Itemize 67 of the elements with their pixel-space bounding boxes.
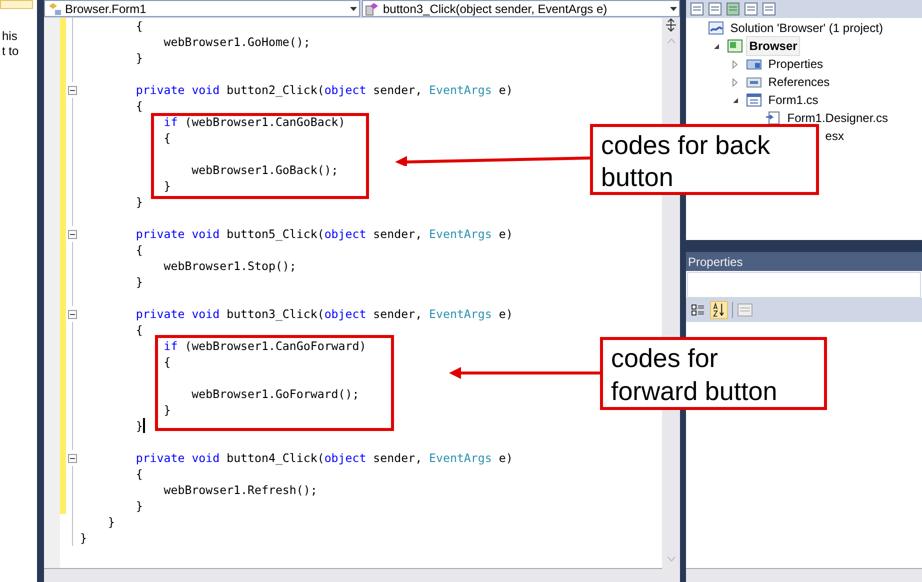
tree-item[interactable]: Solution 'Browser' (1 project): [727, 18, 886, 38]
code-line: {: [134, 18, 143, 34]
horizontal-scrollbar[interactable]: [44, 568, 662, 582]
code-line: }: [134, 274, 143, 290]
panel-title: Properties: [688, 254, 743, 270]
toolbar-icon[interactable]: [690, 2, 704, 16]
class-icon: [47, 2, 63, 16]
folder-icon: [746, 57, 762, 71]
code-line: private void button4_Click(object sender, EventArgs e): [134, 450, 513, 466]
code-line: {: [134, 242, 143, 258]
dropdown-arrow-icon: [350, 6, 357, 10]
form-icon: [746, 93, 762, 107]
code-line: }: [134, 50, 143, 66]
splitter-icon[interactable]: [665, 18, 677, 32]
tree-item[interactable]: Browser: [746, 36, 800, 56]
collapse-icon[interactable]: [68, 454, 77, 462]
code-line: {: [162, 354, 171, 370]
code-line: webBrowser1.GoHome();: [162, 34, 310, 50]
dropdown-arrow-icon: [670, 6, 677, 10]
tree-item[interactable]: Form1.cs: [765, 90, 822, 110]
project-icon: [727, 39, 744, 53]
categorized-icon[interactable]: [690, 302, 706, 318]
collapsed-arrow-icon[interactable]: [732, 60, 738, 68]
tree-item[interactable]: esx: [825, 127, 844, 145]
code-line: webBrowser1.GoForward();: [190, 386, 360, 402]
callout-label: codes for forward button: [600, 337, 827, 410]
expanded-arrow-icon[interactable]: [732, 96, 740, 104]
toolbar-icon[interactable]: [762, 2, 776, 16]
code-line: }: [80, 530, 87, 546]
member-dropdown[interactable]: button3_Click(object sender, EventArgs e): [362, 0, 680, 17]
code-line: {: [162, 130, 171, 146]
code-line: if (webBrowser1.CanGoForward): [162, 338, 366, 354]
code-line: if (webBrowser1.CanGoBack): [162, 114, 346, 130]
code-line: }: [106, 514, 115, 530]
alphabetical-sort-icon[interactable]: [710, 301, 728, 319]
toolbar-icon[interactable]: [726, 2, 740, 16]
code-line: private void button5_Click(object sender, EventArgs e): [134, 226, 513, 242]
collapsed-arrow-icon[interactable]: [732, 78, 738, 86]
cut-off-text: t to: [1, 44, 19, 59]
object-selector-field[interactable]: [687, 272, 921, 298]
tree-item[interactable]: Properties: [765, 54, 826, 74]
code-line: {: [134, 322, 143, 338]
collapse-icon[interactable]: [68, 86, 77, 94]
collapse-icon[interactable]: [68, 310, 77, 318]
toolbar-icon[interactable]: [708, 2, 722, 16]
cut-off-text: his: [1, 29, 18, 44]
code-line: webBrowser1.Refresh();: [162, 482, 318, 498]
code-line: webBrowser1.Stop();: [162, 258, 296, 274]
code-line: {: [134, 466, 143, 482]
tree-item[interactable]: References: [765, 72, 833, 92]
class-dropdown[interactable]: Browser.Form1: [44, 0, 360, 17]
code-line: {: [134, 98, 143, 114]
code-file-icon: [765, 111, 782, 125]
expanded-arrow-icon[interactable]: [713, 42, 720, 50]
code-line: private void button3_Click(object sender, EventArgs e): [134, 306, 513, 322]
code-line: }: [134, 194, 143, 210]
collapse-icon[interactable]: [68, 230, 77, 238]
code-line: private void button2_Click(object sender, EventArgs e): [134, 82, 513, 98]
references-icon: [746, 75, 762, 89]
code-line: }: [162, 178, 171, 194]
solution-icon: [708, 21, 724, 35]
code-line: }: [134, 498, 143, 514]
toolbar-icon[interactable]: [744, 2, 758, 16]
code-line: }: [134, 418, 143, 434]
code-line: }: [162, 402, 171, 418]
callout-label: codes for back button: [590, 124, 819, 195]
code-line: webBrowser1.GoBack();: [190, 162, 338, 178]
